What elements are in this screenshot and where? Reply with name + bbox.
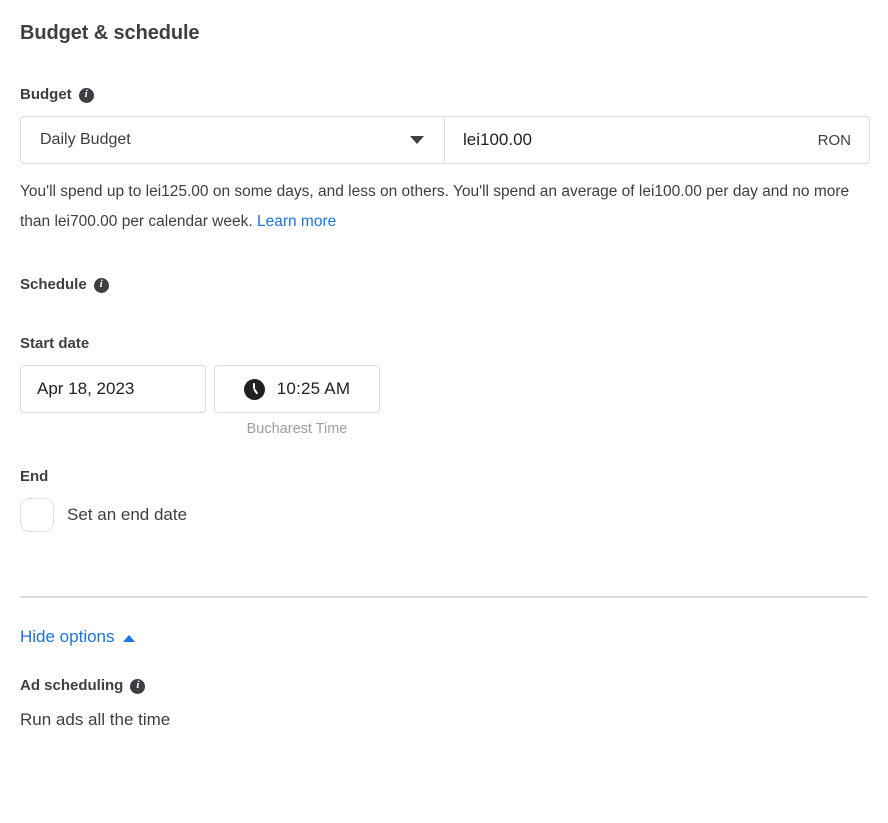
budget-type-select[interactable]: Daily Budget [21, 117, 445, 163]
info-icon[interactable]: i [93, 277, 109, 293]
start-time-input[interactable]: 10:25 AM [214, 365, 380, 413]
budget-label: Budget i [20, 85, 868, 105]
timezone-note: Bucharest Time [246, 421, 348, 437]
schedule-label-text: Schedule [20, 276, 87, 293]
end-label: End [20, 468, 49, 485]
chevron-up-icon [122, 634, 135, 642]
chevron-down-icon [410, 136, 424, 144]
ad-scheduling-label: Ad scheduling i [20, 676, 868, 696]
start-time-value: 10:25 AM [276, 379, 351, 398]
hide-options-label: Hide options [20, 627, 115, 646]
set-end-date-checkbox[interactable] [20, 498, 54, 532]
set-end-date-row[interactable]: Set an end date [20, 498, 868, 532]
budget-amount-value: lei100.00 [463, 130, 533, 149]
budget-type-value: Daily Budget [40, 131, 131, 148]
budget-helper-text: You'll spend up to lei125.00 on some day… [20, 177, 868, 237]
budget-currency-code: RON [817, 131, 851, 149]
budget-amount-input[interactable]: lei100.00 RON [445, 117, 869, 163]
page-title: Budget & schedule [20, 22, 200, 44]
hide-options-toggle[interactable]: Hide options [20, 627, 135, 647]
start-date-label: Start date [20, 335, 90, 352]
set-end-date-label: Set an end date [67, 505, 188, 524]
start-date-input[interactable]: Apr 18, 2023 [20, 365, 206, 413]
start-time-column: 10:25 AM Bucharest Time [214, 365, 380, 438]
section-divider [20, 596, 868, 598]
info-icon[interactable]: i [130, 678, 146, 694]
start-date-row: Apr 18, 2023 10:25 AM Bucharest Time [20, 365, 868, 438]
ad-scheduling-label-text: Ad scheduling [20, 677, 124, 694]
schedule-label: Schedule i [20, 275, 868, 295]
budget-control-group: Daily Budget lei100.00 RON [20, 116, 870, 164]
ad-scheduling-value: Run ads all the time [20, 710, 171, 729]
learn-more-link[interactable]: Learn more [257, 213, 336, 230]
budget-schedule-panel: Budget & schedule Budget i Daily Budget … [0, 0, 888, 823]
budget-label-text: Budget [20, 86, 72, 103]
clock-icon [243, 378, 265, 400]
budget-helper-sentence: You'll spend up to lei125.00 on some day… [20, 183, 850, 230]
info-icon[interactable]: i [78, 87, 94, 103]
